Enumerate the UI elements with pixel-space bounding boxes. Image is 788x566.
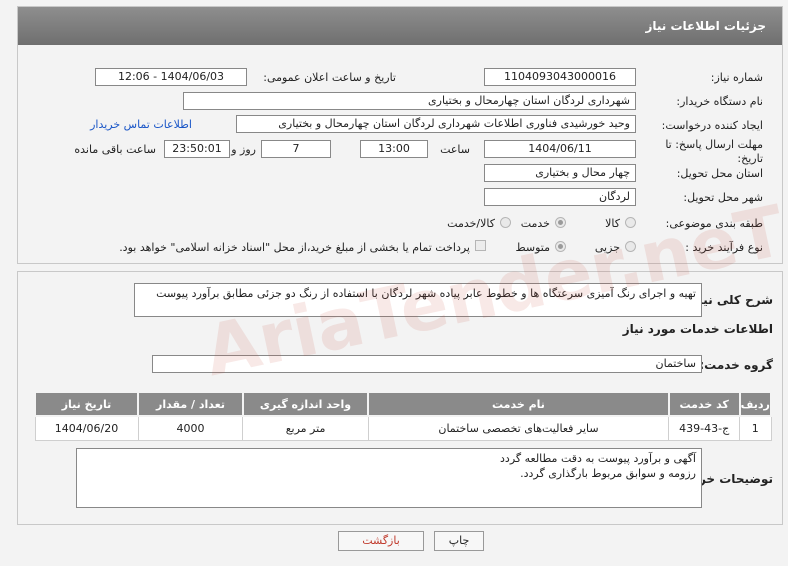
col-service-name: نام خدمت <box>367 391 670 417</box>
need-number-field: 1104093043000016 <box>484 68 636 86</box>
buyer-notes-line-2: رزومه و سوابق مربوط بارگذاری گردد. <box>520 467 696 480</box>
deadline-time-field: 13:00 <box>360 140 428 158</box>
services-title: اطلاعات خدمات مورد نیاز <box>622 322 773 336</box>
deadline-label: مهلت ارسال پاسخ: تا تاریخ: <box>665 138 763 165</box>
process-minor-radio[interactable] <box>625 241 636 252</box>
need-description-panel: شرح کلی نیاز: تهیه و اجرای رنگ آمیزی سرع… <box>17 271 783 525</box>
col-quantity: تعداد / مقدار <box>137 391 244 417</box>
days-label: روز و <box>231 143 256 156</box>
category-goods-service-label: کالا/خدمت <box>447 217 495 230</box>
print-button[interactable]: چاپ <box>434 531 484 551</box>
creator-label: ایجاد کننده درخواست: <box>661 119 763 132</box>
col-unit: واحد اندازه گیری <box>241 391 370 417</box>
contact-info-link[interactable]: اطلاعات تماس خریدار <box>90 118 192 131</box>
process-medium-radio[interactable] <box>555 241 566 252</box>
city-label: شهر محل تحویل: <box>683 191 763 204</box>
category-service-label: خدمت <box>520 217 550 230</box>
cell-unit: متر مربع <box>242 415 369 441</box>
deadline-date-field: 1404/06/11 <box>484 140 636 158</box>
cell-service-name: سایر فعالیت‌های تخصصی ساختمان <box>367 415 670 441</box>
process-minor-label: جزیی <box>594 241 620 254</box>
col-service-code: کد خدمت <box>667 391 741 417</box>
services-table: ردیف کد خدمت نام خدمت واحد اندازه گیری ت… <box>34 391 772 441</box>
category-label: طبقه بندی موضوعی: <box>665 217 763 230</box>
service-group-field: ساختمان <box>152 355 702 373</box>
panel-title: جزئیات اطلاعات نیاز <box>18 7 782 45</box>
need-details-panel: جزئیات اطلاعات نیاز شماره نیاز: 11040930… <box>17 6 783 264</box>
process-medium-label: متوسط <box>515 241 550 254</box>
announce-label: تاریخ و ساعت اعلان عمومی: <box>263 71 396 84</box>
cell-quantity: 4000 <box>137 415 244 441</box>
remaining-time-field: 23:50:01 <box>164 140 230 158</box>
city-field: لردگان <box>484 188 636 206</box>
category-goods-label: کالا <box>605 217 620 230</box>
creator-field: وحید خورشیدی فناوری اطلاعات شهرداری لردگ… <box>236 115 636 133</box>
payment-note: پرداخت تمام یا بخشی از مبلغ خرید،از محل … <box>119 241 470 254</box>
need-number-label: شماره نیاز: <box>710 71 763 84</box>
cell-need-date: 1404/06/20 <box>34 415 139 441</box>
process-label: نوع فرآیند خرید : <box>685 241 763 254</box>
category-goods-service-radio[interactable] <box>500 217 511 228</box>
table-header-row: ردیف کد خدمت نام خدمت واحد اندازه گیری ت… <box>34 391 772 417</box>
summary-textarea[interactable]: تهیه و اجرای رنگ آمیزی سرعتگاه ها و خطوط… <box>134 283 702 317</box>
treasury-checkbox[interactable] <box>475 240 486 251</box>
buyer-org-label: نام دستگاه خریدار: <box>676 95 763 108</box>
service-group-label: گروه خدمت: <box>699 358 773 372</box>
buyer-notes-line-1: آگهی و برآورد پیوست به دقت مطالعه گردد <box>500 452 696 465</box>
announce-field: 1404/06/03 - 12:06 <box>95 68 247 86</box>
cell-row: 1 <box>739 415 772 441</box>
province-field: چهار محال و بختیاری <box>484 164 636 182</box>
table-row: 1 ج-43-439 سایر فعالیت‌های تخصصی ساختمان… <box>34 415 772 441</box>
time-label: ساعت <box>440 143 470 156</box>
back-button[interactable]: بازگشت <box>338 531 424 551</box>
buyer-org-field: شهرداری لردگان استان چهارمحال و بختیاری <box>183 92 636 110</box>
province-label: استان محل تحویل: <box>676 167 763 180</box>
category-service-radio[interactable] <box>555 217 566 228</box>
days-field: 7 <box>261 140 331 158</box>
category-goods-radio[interactable] <box>625 217 636 228</box>
col-row: ردیف <box>738 391 772 417</box>
buyer-notes-textarea[interactable]: آگهی و برآورد پیوست به دقت مطالعه گردد ر… <box>76 448 702 508</box>
col-need-date: تاریخ نیاز <box>34 391 139 417</box>
cell-service-code: ج-43-439 <box>668 415 740 441</box>
remaining-label: ساعت باقی مانده <box>74 143 156 156</box>
